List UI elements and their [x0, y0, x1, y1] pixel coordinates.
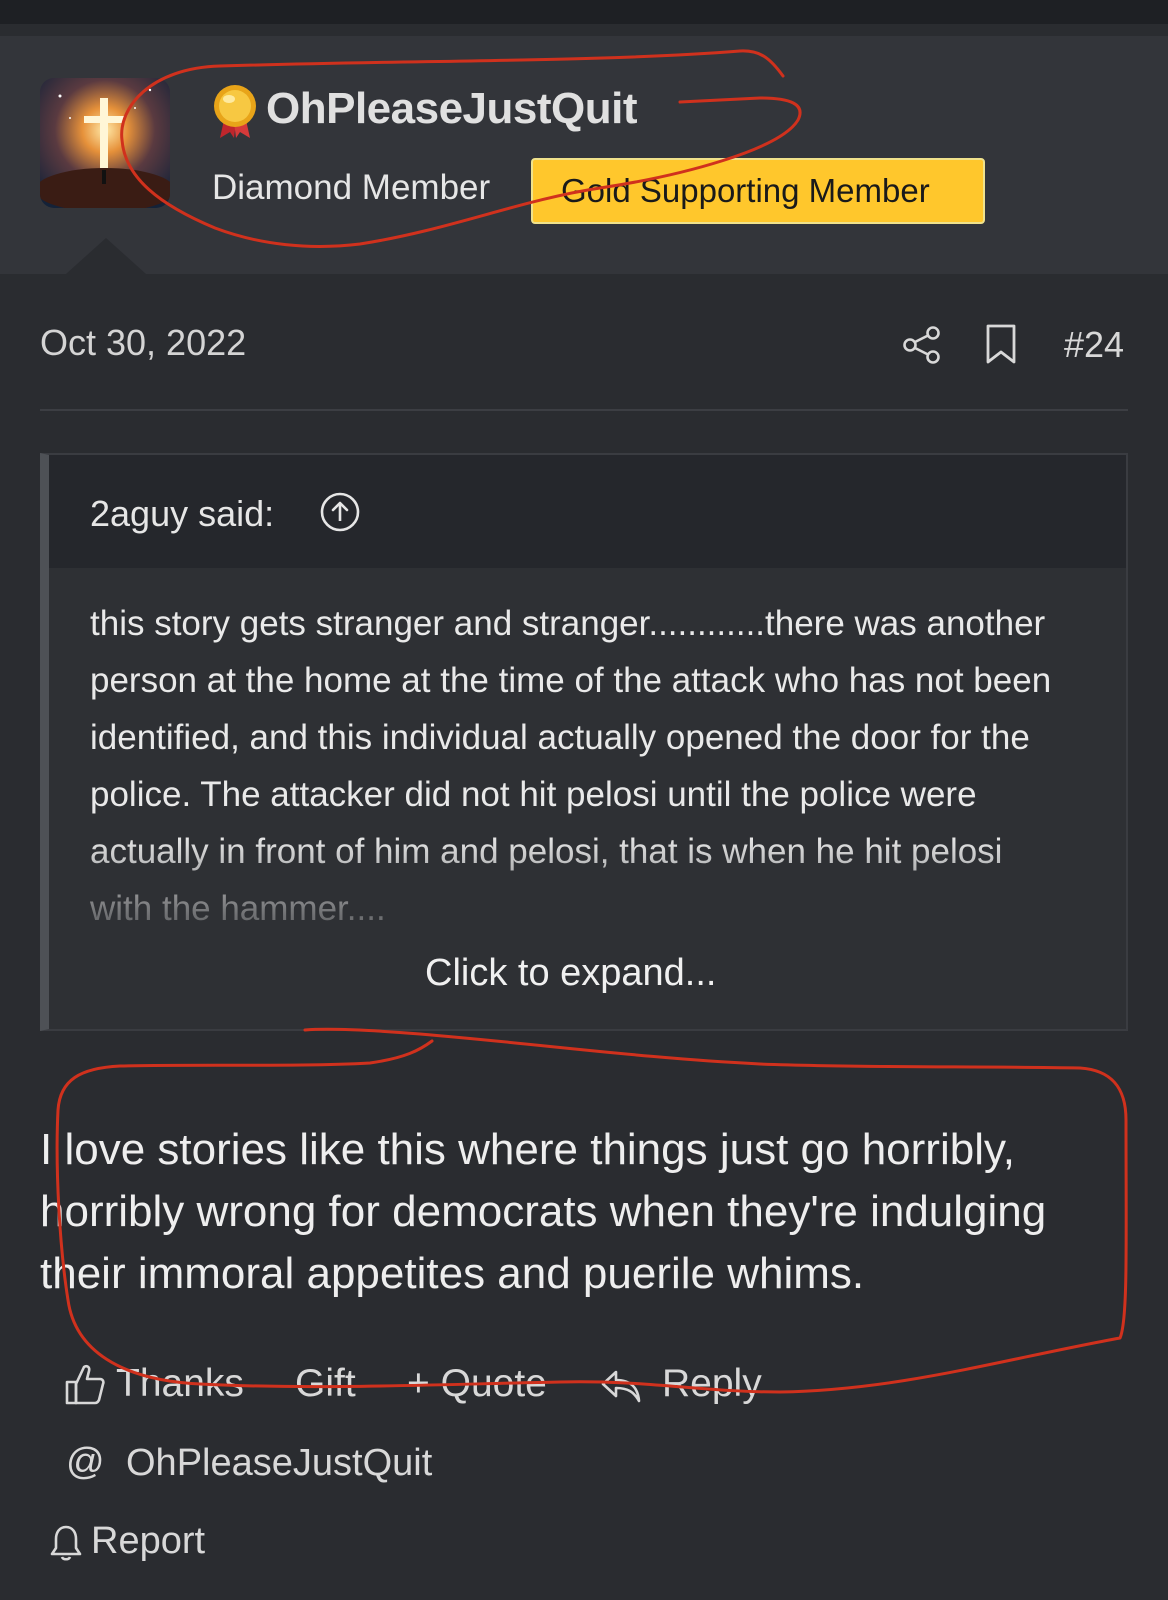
quote-body-text: this story gets stranger and stranger...… [90, 604, 1052, 928]
gold-supporting-member-badge: Gold Supporting Member [531, 158, 985, 224]
post-number-link[interactable]: #24 [1064, 324, 1124, 366]
author-username[interactable]: OhPleaseJustQuit [266, 84, 638, 134]
gold-medal-icon [210, 84, 260, 140]
quote-block: 2aguy said: this story gets stranger and… [40, 453, 1128, 1031]
divider [40, 409, 1128, 411]
report-button[interactable]: Report [91, 1520, 205, 1563]
bell-icon[interactable] [50, 1524, 82, 1562]
gift-button[interactable]: Gift [295, 1362, 356, 1406]
mention-user-link[interactable]: OhPleaseJustQuit [126, 1442, 432, 1485]
avatar[interactable] [40, 78, 170, 208]
header-pointer [66, 238, 146, 274]
post-author-header [0, 36, 1168, 274]
reply-button[interactable]: Reply [662, 1362, 762, 1406]
post-date[interactable]: Oct 30, 2022 [40, 322, 246, 364]
thanks-button[interactable]: Thanks [116, 1362, 244, 1406]
author-user-title: Diamond Member [212, 168, 491, 207]
quote-header: 2aguy said: [49, 455, 1126, 568]
share-icon[interactable] [902, 325, 942, 365]
forum-post-page: OhPleaseJustQuit Diamond Member Gold Sup… [0, 0, 1168, 1600]
arrow-up-circle-icon[interactable] [319, 491, 361, 533]
quote-button[interactable]: + Quote [407, 1362, 547, 1406]
quote-author-label[interactable]: 2aguy said: [90, 493, 274, 535]
mention-at-icon[interactable]: @ [66, 1441, 105, 1484]
bookmark-icon[interactable] [984, 323, 1018, 365]
thumbs-up-icon[interactable] [64, 1362, 106, 1406]
click-to-expand-link[interactable]: Click to expand... [425, 952, 716, 995]
post-message: I love stories like this where things ju… [40, 1125, 1047, 1298]
reply-icon[interactable] [600, 1368, 642, 1404]
top-bar [0, 0, 1168, 24]
